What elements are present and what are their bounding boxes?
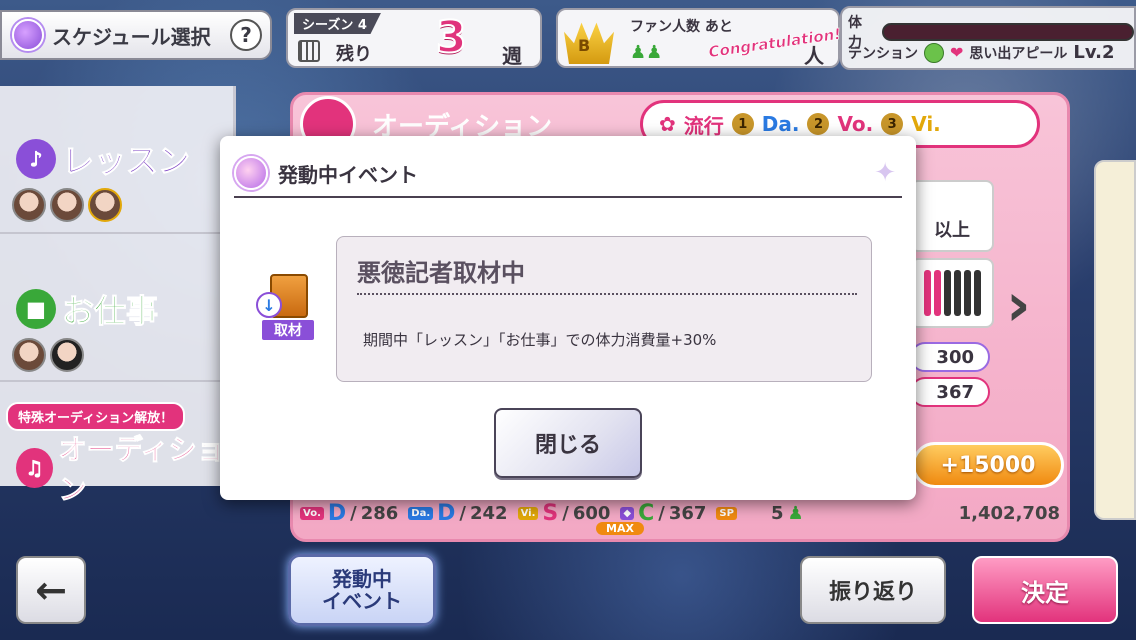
event-divider bbox=[357, 293, 857, 295]
event-card: 悪徳記者取材中 期間中「レッスン」「お仕事」での体力消費量+30% bbox=[336, 236, 872, 382]
event-badge: ↓ 取材 bbox=[256, 274, 320, 344]
active-event-dialog: 発動中イベント ✦ ↓ 取材 悪徳記者取材中 期間中「レッスン」「お仕事」での体… bbox=[220, 136, 916, 500]
event-name: 悪徳記者取材中 bbox=[357, 259, 525, 287]
close-label: 閉じる bbox=[534, 433, 601, 458]
badge-label: 取材 bbox=[260, 318, 316, 342]
event-icon bbox=[234, 156, 268, 190]
event-description: 期間中「レッスン」「お仕事」での体力消費量+30% bbox=[363, 331, 717, 349]
dialog-title: 発動中イベント bbox=[278, 162, 418, 187]
sparkle-icon: ✦ bbox=[874, 158, 896, 188]
dialog-header: 発動中イベント ✦ bbox=[234, 150, 902, 198]
down-arrow-icon: ↓ bbox=[256, 292, 282, 318]
close-button[interactable]: 閉じる bbox=[494, 408, 642, 478]
